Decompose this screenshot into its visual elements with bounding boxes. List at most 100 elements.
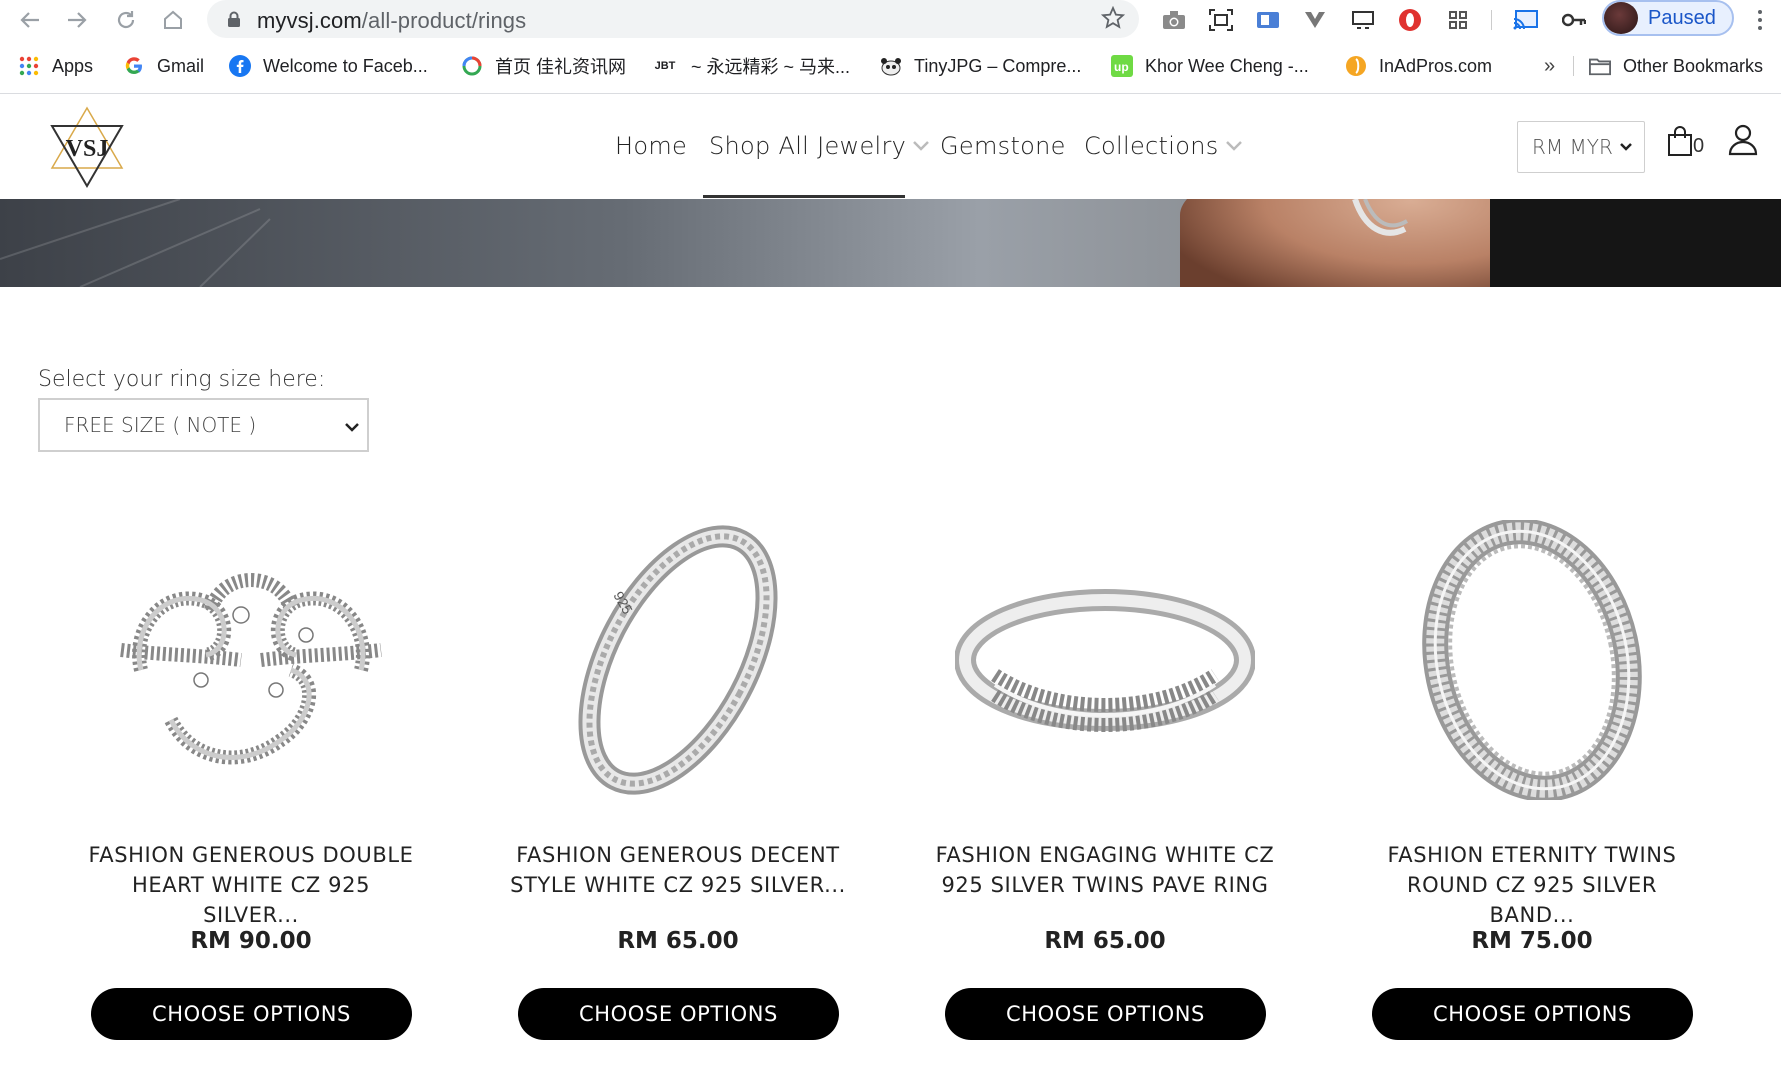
bookmark-label: InAdPros.com: [1379, 55, 1493, 76]
chevron-down-icon: [912, 136, 930, 157]
bookmark-label: 首页 佳礼资讯网: [495, 57, 627, 77]
bookmark-star-icon[interactable]: [1100, 5, 1126, 35]
bookmark-label: Gmail: [157, 55, 205, 76]
ring-size-select[interactable]: FREE SIZE ( NOTE ): [38, 398, 369, 452]
currency-value: RM MYR: [1532, 135, 1613, 159]
bookmarks-overflow-button[interactable]: »: [1544, 53, 1555, 79]
bookmark-inadpros[interactable]: InAdPros.com: [1345, 53, 1492, 79]
product-name[interactable]: FASHION GENEROUS DECENT STYLE WHITE CZ 9…: [508, 840, 848, 900]
reload-icon[interactable]: [112, 6, 140, 34]
address-bar[interactable]: myvsj.com/all-product/rings: [207, 0, 1139, 38]
camera-icon[interactable]: [1160, 6, 1188, 34]
bookmark-label: ~ 永远精彩 ~ 马来...: [691, 57, 851, 77]
nav-gemstone[interactable]: Gemstone: [940, 132, 1066, 160]
vsj-logo[interactable]: VSJ: [48, 106, 126, 188]
profile-button[interactable]: Paused: [1602, 0, 1734, 36]
bookmark-label: Khor Wee Cheng -...: [1145, 55, 1309, 76]
site-header: VSJ Home Shop All Jewelry Gemstone Colle…: [0, 94, 1781, 199]
panda-icon: [880, 55, 902, 77]
product-name-line: FASHION ENGAGING WHITE CZ: [935, 843, 1275, 867]
jiali-icon: [461, 55, 483, 77]
product-price: RM 65.00: [1044, 928, 1166, 954]
choose-options-button[interactable]: CHOOSE OPTIONS: [1372, 988, 1693, 1040]
home-icon[interactable]: [159, 6, 187, 34]
inadpros-icon: [1345, 55, 1367, 77]
bookmark-jbt[interactable]: JBT ~ 永远精彩 ~ 马来...: [651, 53, 850, 79]
chevron-down-icon: [1618, 136, 1634, 163]
bookmarks-divider: [1573, 56, 1574, 76]
cast-tab-icon[interactable]: [1349, 6, 1377, 34]
folder-icon: [1589, 55, 1611, 77]
nav-label: Collections: [1084, 132, 1219, 160]
browser-toolbar: myvsj.com/all-product/rings Paused: [0, 0, 1781, 40]
bookmark-facebook[interactable]: Welcome to Faceb...: [229, 53, 428, 79]
svg-text:up: up: [1114, 60, 1129, 74]
product-name-line: FASHION GENEROUS DECENT: [516, 843, 840, 867]
url-text: myvsj.com/all-product/rings: [257, 8, 527, 33]
ring-size-label: Select your ring size here:: [38, 367, 326, 392]
nav-label: Home: [615, 132, 688, 160]
choose-options-button[interactable]: CHOOSE OPTIONS: [91, 988, 412, 1040]
profile-status: Paused: [1648, 6, 1716, 29]
bookmark-tinyjpg[interactable]: TinyJPG – Compre...: [880, 53, 1081, 79]
overflow-chevron-icon: »: [1544, 54, 1556, 77]
active-nav-indicator: [703, 195, 905, 198]
bookmark-label: Welcome to Faceb...: [263, 55, 428, 76]
bookmark-label: Other Bookmarks: [1623, 55, 1764, 76]
bookmark-jiali[interactable]: 首页 佳礼资讯网: [461, 53, 626, 79]
svg-text:VSJ: VSJ: [66, 136, 109, 162]
vivaldi-icon[interactable]: [1301, 6, 1329, 34]
google-icon: [123, 55, 145, 77]
product-name-line: HEART WHITE CZ 925 SILVER...: [131, 873, 371, 927]
ring-on-hand-image: [1352, 199, 1409, 236]
opera-icon[interactable]: [1396, 6, 1424, 34]
product-image-eternity-twins-band[interactable]: [1382, 518, 1682, 802]
forward-arrow-icon[interactable]: [63, 6, 91, 34]
bookmark-apps[interactable]: Apps: [18, 53, 93, 79]
product-image-twins-pave-ring[interactable]: [954, 520, 1256, 800]
upwork-icon: up: [1111, 55, 1133, 77]
chevron-down-icon: [343, 417, 361, 441]
apps-grid-icon: [18, 55, 40, 77]
jbt-icon: JBT: [654, 60, 676, 72]
bookmark-gmail[interactable]: Gmail: [123, 53, 204, 79]
hero-banner-image: [0, 199, 1781, 287]
nav-home[interactable]: Home: [615, 132, 687, 160]
grid-icon[interactable]: [1444, 6, 1472, 34]
avatar: [1604, 2, 1638, 34]
hero-pattern: [0, 199, 271, 287]
user-account-icon[interactable]: [1728, 124, 1760, 158]
key-icon[interactable]: [1560, 6, 1588, 34]
currency-select[interactable]: RM MYR: [1517, 121, 1645, 173]
product-price: RM 65.00: [617, 928, 739, 954]
facebook-icon: [229, 55, 251, 77]
bookmark-label: Apps: [52, 55, 94, 76]
more-menu-icon[interactable]: [1752, 6, 1768, 34]
chevron-down-icon: [1225, 136, 1243, 157]
product-price: RM 75.00: [1471, 928, 1593, 954]
nav-shop-all-jewelry[interactable]: Shop All Jewelry: [709, 132, 930, 160]
model-clothing-image: [1490, 199, 1781, 287]
product-name-line: FASHION ETERNITY TWINS: [1387, 843, 1677, 867]
cast-icon[interactable]: [1512, 6, 1540, 34]
product-name-line: 925 SILVER TWINS PAVE RING: [941, 873, 1269, 897]
product-image-decent-style-ring[interactable]: 925: [528, 520, 828, 800]
product-name-line: ROUND CZ 925 SILVER BAND...: [1406, 873, 1658, 927]
other-bookmarks[interactable]: Other Bookmarks: [1589, 53, 1763, 79]
back-arrow-icon[interactable]: [16, 6, 44, 34]
nav-label: Shop All Jewelry: [709, 132, 907, 160]
product-name[interactable]: FASHION ETERNITY TWINS ROUND CZ 925 SILV…: [1362, 840, 1702, 930]
bookmark-upwork[interactable]: up Khor Wee Cheng -...: [1111, 53, 1309, 79]
choose-options-button[interactable]: CHOOSE OPTIONS: [945, 988, 1266, 1040]
product-name[interactable]: FASHION GENEROUS DOUBLE HEART WHITE CZ 9…: [81, 840, 421, 930]
bookmark-label: TinyJPG – Compre...: [914, 55, 1082, 76]
nav-label: Gemstone: [940, 132, 1066, 160]
screenshot-icon[interactable]: [1207, 6, 1235, 34]
extension-blue-icon[interactable]: [1254, 6, 1282, 34]
product-image-double-heart-ring[interactable]: [101, 520, 401, 800]
nav-collections[interactable]: Collections: [1084, 132, 1243, 160]
choose-options-button[interactable]: CHOOSE OPTIONS: [518, 988, 839, 1040]
bookmarks-bar: Apps Gmail Welcome to Faceb... 首页 佳礼资讯网 …: [0, 46, 1781, 86]
ring-size-value: FREE SIZE ( NOTE ): [64, 413, 257, 437]
product-name[interactable]: FASHION ENGAGING WHITE CZ 925 SILVER TWI…: [935, 840, 1275, 900]
